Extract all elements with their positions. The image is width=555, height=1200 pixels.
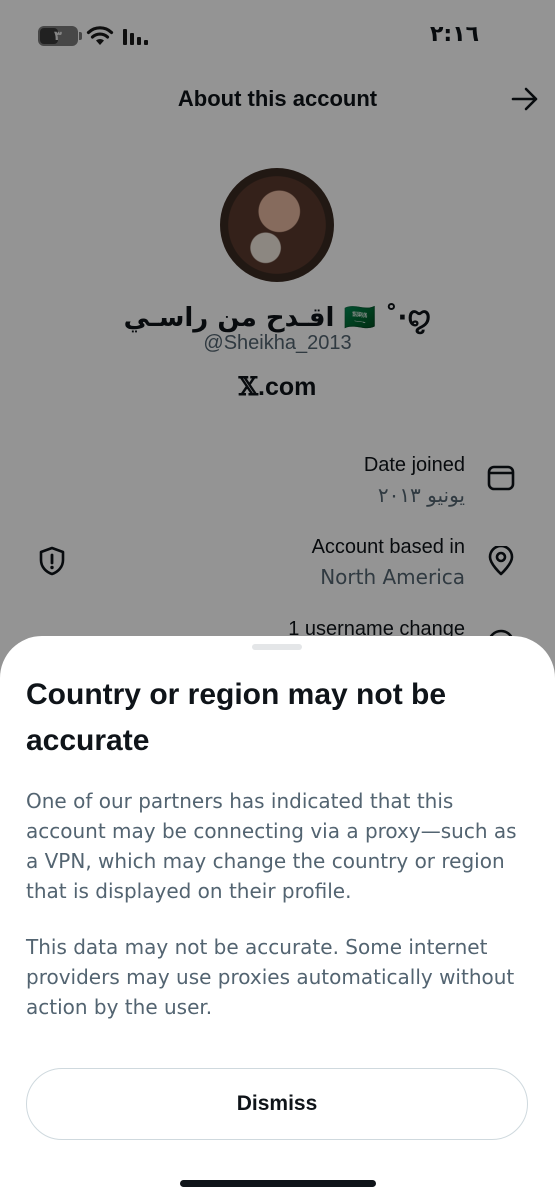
sheet-paragraph-accuracy: This data may not be accurate. Some inte… <box>26 935 515 1019</box>
sheet-title: Country or region may not be accurate <box>26 678 447 757</box>
bottom-sheet: Country or region may not be accurate On… <box>0 636 555 1200</box>
sheet-paragraph-proxy: One of our partners has indicated that t… <box>26 789 517 903</box>
home-indicator <box>180 1180 376 1187</box>
sheet-grabber[interactable] <box>252 644 302 650</box>
dismiss-button[interactable]: Dismiss <box>26 1068 528 1140</box>
